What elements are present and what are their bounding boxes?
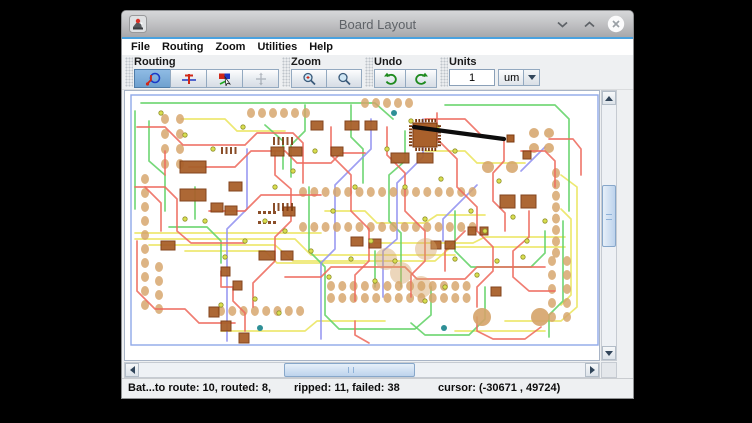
toolbar-grip[interactable]	[282, 57, 290, 87]
board-canvas[interactable]	[124, 90, 600, 361]
scroll-up-button[interactable]	[602, 91, 616, 105]
horizontal-scrollbar[interactable]	[124, 362, 600, 378]
toolbar-group-undo: Undo	[374, 55, 437, 89]
toolbar-grip[interactable]	[440, 57, 448, 87]
toolbar-group-zoom: Zoom	[291, 55, 362, 89]
menubar: File Routing Zoom Utilities Help	[122, 39, 633, 55]
menu-item-zoom[interactable]: Zoom	[210, 41, 252, 53]
interactive-route-icon	[181, 72, 197, 86]
arrow-down-icon	[605, 351, 613, 356]
units-dropdown-value: um	[499, 72, 523, 84]
scroll-right-button[interactable]	[585, 363, 599, 377]
menu-item-routing[interactable]: Routing	[156, 41, 210, 53]
autoroute-icon	[145, 72, 161, 86]
close-button[interactable]	[607, 15, 625, 33]
toolbar-group-label: Routing	[134, 56, 279, 69]
units-dropdown-button[interactable]	[523, 70, 539, 85]
select-item-icon	[217, 72, 233, 86]
menu-item-utilities[interactable]: Utilities	[251, 41, 303, 53]
maximize-button[interactable]	[580, 15, 598, 33]
horizontal-scroll-track[interactable]	[139, 363, 585, 377]
redo-icon	[414, 72, 429, 86]
select-item-button[interactable]	[206, 69, 243, 88]
undo-button[interactable]	[374, 69, 406, 88]
redo-button[interactable]	[405, 69, 437, 88]
statusbar: Bat...to route: 10, routed: 8, ripped: 1…	[122, 378, 633, 398]
units-dropdown[interactable]: um	[498, 69, 540, 86]
zoom-out-icon	[337, 72, 352, 86]
board-scrollpane	[124, 90, 618, 379]
move-item-icon	[253, 72, 269, 86]
toolbar: Routing	[122, 55, 633, 90]
arrow-up-icon	[605, 96, 613, 101]
toolbar-grip[interactable]	[365, 57, 373, 87]
units-value-input[interactable]	[449, 69, 495, 86]
toolbar-grip[interactable]	[125, 57, 133, 87]
scrollbar-corner	[601, 362, 617, 378]
toolbar-group-units: Units um	[449, 55, 540, 89]
menu-item-file[interactable]: File	[122, 41, 156, 53]
route-status: Bat...to route: 10, routed: 8,	[128, 382, 271, 394]
canvas-area	[122, 90, 633, 378]
move-item-button[interactable]	[242, 69, 279, 88]
menu-item-help[interactable]: Help	[303, 41, 339, 53]
vertical-scroll-track[interactable]	[602, 105, 616, 346]
scroll-down-button[interactable]	[602, 346, 616, 360]
zoom-in-icon	[302, 72, 317, 86]
vertical-scrollbar[interactable]	[601, 90, 617, 361]
toolbar-group-label: Undo	[374, 56, 437, 69]
toolbar-group-label: Zoom	[291, 56, 362, 69]
interactive-route-button[interactable]	[170, 69, 207, 88]
horizontal-scrollbar-thumb[interactable]	[284, 363, 415, 377]
arrow-left-icon	[130, 366, 135, 374]
arrow-right-icon	[590, 366, 595, 374]
scroll-left-button[interactable]	[125, 363, 139, 377]
zoom-in-button[interactable]	[291, 69, 327, 88]
board-layout-window: Board Layout File Routing Zo	[121, 10, 634, 399]
titlebar[interactable]: Board Layout	[122, 11, 633, 37]
chevron-down-icon	[528, 75, 536, 80]
minimize-button[interactable]	[553, 15, 571, 33]
chevron-up-icon	[584, 21, 595, 28]
board-svg	[125, 91, 600, 361]
zoom-out-button[interactable]	[326, 69, 362, 88]
ripped-status: ripped: 11, failed: 38	[294, 382, 400, 394]
close-icon	[607, 15, 625, 33]
chevron-down-icon	[557, 21, 568, 28]
desktop-background: Board Layout File Routing Zo	[0, 0, 752, 423]
autoroute-button[interactable]	[134, 69, 171, 88]
toolbar-group-label: Units	[449, 56, 540, 69]
cursor-position: cursor: (-30671 , 49724)	[438, 382, 560, 394]
vertical-scrollbar-thumb[interactable]	[602, 185, 616, 247]
undo-icon	[383, 72, 398, 86]
toolbar-group-routing: Routing	[134, 55, 279, 89]
